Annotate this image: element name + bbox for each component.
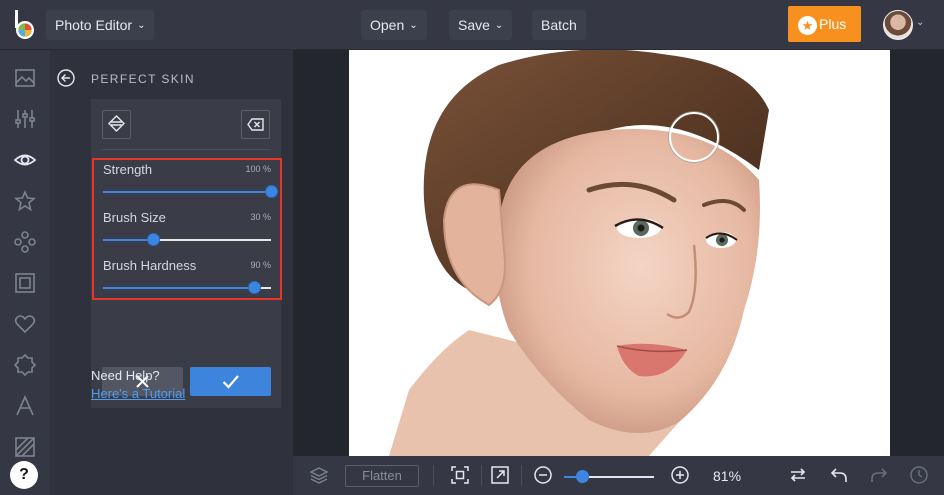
- zoom-in-icon[interactable]: [670, 465, 690, 485]
- chevron-down-icon[interactable]: ⌄: [916, 17, 924, 28]
- photo-editor-menu-button[interactable]: Photo Editor ⌄: [46, 10, 155, 40]
- brush-hardness-label: Brush Hardness: [103, 258, 197, 273]
- save-menu-button[interactable]: Save ⌄: [449, 10, 513, 40]
- apply-button[interactable]: [190, 367, 271, 396]
- eye-icon[interactable]: [13, 148, 37, 172]
- text-icon[interactable]: [13, 394, 37, 418]
- top-bar: Photo Editor ⌄ Open ⌄ Save ⌄ Batch ★ Plus ⌄: [0, 0, 944, 50]
- heart-icon[interactable]: [13, 312, 37, 336]
- compare-icon[interactable]: [788, 465, 808, 485]
- brush-size-slider[interactable]: Brush Size 30 %: [103, 210, 273, 254]
- brush-cursor: [669, 112, 719, 162]
- zoom-knob[interactable]: [576, 470, 589, 483]
- panel-title: PERFECT SKIN: [91, 72, 195, 86]
- brush-size-value: 30 %: [250, 212, 271, 222]
- batch-label: Batch: [541, 17, 577, 33]
- tutorial-link[interactable]: Here's a Tutorial: [91, 386, 185, 401]
- divider: [433, 465, 434, 486]
- fit-to-screen-icon[interactable]: [450, 465, 470, 485]
- chevron-down-icon: ⌄: [494, 20, 504, 32]
- strength-slider[interactable]: Strength 100 %: [103, 162, 278, 206]
- brush-size-label: Brush Size: [103, 210, 166, 225]
- frame-icon[interactable]: [13, 271, 37, 295]
- star-icon: ★: [798, 15, 817, 35]
- image-icon[interactable]: [13, 66, 37, 90]
- star-icon[interactable]: [13, 189, 37, 213]
- undo-icon[interactable]: [829, 465, 849, 485]
- texture-icon[interactable]: [13, 435, 37, 459]
- checkmark-icon: [222, 375, 239, 389]
- zoom-out-icon[interactable]: [533, 465, 553, 485]
- brush-hardness-slider[interactable]: Brush Hardness 90 %: [103, 258, 273, 302]
- need-help-text: Need Help?: [91, 368, 160, 383]
- divider: [101, 149, 271, 150]
- plus-label: Plus: [819, 16, 847, 32]
- divider: [481, 465, 482, 486]
- perfect-skin-panel: PERFECT SKIN Strength 100 % Brush Size 3…: [50, 50, 293, 495]
- adjust-sliders-icon[interactable]: [13, 107, 37, 131]
- photo-editor-label: Photo Editor: [55, 17, 133, 33]
- portrait-photo: [389, 50, 769, 456]
- brush-size-track[interactable]: [103, 233, 271, 246]
- batch-button[interactable]: Batch: [532, 10, 586, 40]
- back-arrow-icon[interactable]: [57, 69, 75, 87]
- chevron-down-icon: ⌄: [137, 20, 146, 32]
- plus-upgrade-button[interactable]: ★ Plus: [788, 6, 861, 42]
- diamond-brush-icon: [108, 115, 125, 132]
- bottom-toolbar: Flatten 81%: [293, 456, 944, 495]
- strength-knob[interactable]: [265, 185, 278, 198]
- help-button[interactable]: ?: [10, 461, 38, 489]
- open-menu-button[interactable]: Open ⌄: [361, 10, 427, 40]
- history-icon[interactable]: [909, 465, 929, 485]
- brush-size-knob[interactable]: [147, 233, 161, 246]
- divider: [521, 465, 522, 486]
- strength-fill: [103, 191, 271, 193]
- eraser-button[interactable]: [241, 110, 270, 139]
- chevron-down-icon: ⌄: [409, 20, 418, 32]
- layers-icon[interactable]: [309, 465, 329, 485]
- zoom-slider[interactable]: [564, 470, 654, 483]
- befunky-logo-icon[interactable]: [10, 8, 40, 42]
- expand-icon[interactable]: [490, 465, 510, 485]
- brush-hardness-fill: [103, 287, 255, 289]
- brush-hardness-track[interactable]: [103, 281, 271, 294]
- strength-track[interactable]: [103, 185, 278, 198]
- flatten-button[interactable]: Flatten: [345, 465, 419, 487]
- zoom-percentage: 81%: [713, 468, 742, 484]
- redo-icon[interactable]: [869, 465, 889, 485]
- settings-card: Strength 100 % Brush Size 30 % Brush Har…: [91, 99, 282, 408]
- strength-label: Strength: [103, 162, 153, 177]
- user-avatar[interactable]: [883, 10, 913, 40]
- strength-value: 100 %: [245, 164, 271, 174]
- brush-hardness-knob[interactable]: [248, 281, 262, 294]
- eraser-icon: [247, 118, 264, 131]
- brush-mode-button[interactable]: [102, 110, 131, 139]
- effects-icon[interactable]: [13, 230, 37, 254]
- photo-editor-app: Photo Editor ⌄ Open ⌄ Save ⌄ Batch ★ Plus ⌄: [0, 0, 944, 495]
- canvas-area[interactable]: [293, 50, 944, 456]
- photo-canvas[interactable]: [349, 50, 890, 456]
- badge-icon[interactable]: [13, 353, 37, 377]
- save-label: Save: [458, 17, 490, 33]
- brush-size-fill: [103, 239, 154, 241]
- open-label: Open: [370, 17, 405, 33]
- brush-hardness-value: 90 %: [250, 260, 271, 270]
- tool-rail: [0, 50, 50, 495]
- slider-highlight-box: Strength 100 % Brush Size 30 % Brush Har…: [92, 158, 282, 300]
